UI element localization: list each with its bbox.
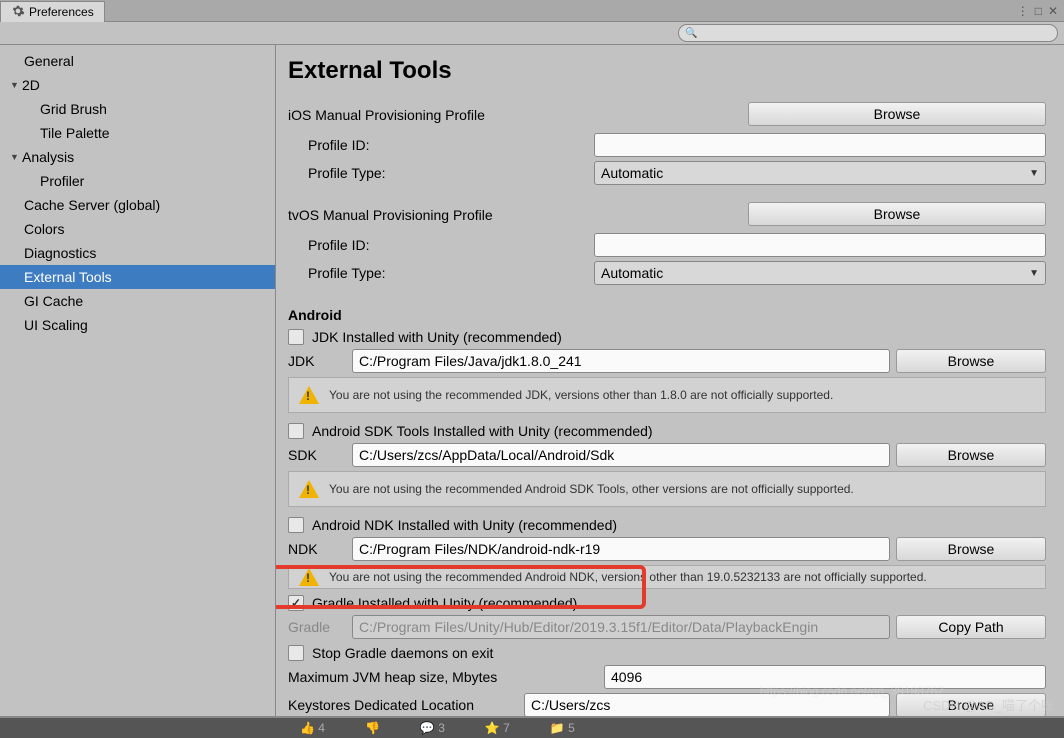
jvm-heap-input[interactable]	[604, 665, 1046, 689]
warning-icon	[299, 480, 319, 498]
ndk-path-input[interactable]	[352, 537, 890, 561]
tvos-profile-type-label: Profile Type:	[288, 265, 588, 281]
jdk-path-input[interactable]	[352, 349, 890, 373]
jdk-label: JDK	[288, 353, 346, 369]
chevron-down-icon: ▼	[1029, 268, 1039, 279]
ndk-label: NDK	[288, 541, 346, 557]
search-icon: 🔍	[685, 28, 697, 39]
sdk-installed-label: Android SDK Tools Installed with Unity (…	[312, 423, 653, 439]
jvm-heap-label: Maximum JVM heap size, Mbytes	[288, 669, 598, 685]
android-heading: Android	[288, 307, 1046, 323]
sdk-browse-button[interactable]: Browse	[896, 443, 1046, 467]
sidebar-item-ui-scaling[interactable]: UI Scaling	[0, 313, 275, 337]
ndk-warning: You are not using the recommended Androi…	[288, 565, 1046, 589]
sdk-installed-checkbox[interactable]	[288, 423, 304, 439]
tvos-profile-id-input[interactable]	[594, 233, 1046, 257]
gradle-copy-button[interactable]: Copy Path	[896, 615, 1046, 639]
ndk-installed-label: Android NDK Installed with Unity (recomm…	[312, 517, 617, 533]
sidebar-item-2d[interactable]: ▼2D	[0, 73, 275, 97]
sidebar-item-external-tools[interactable]: External Tools	[0, 265, 275, 289]
gradle-label: Gradle	[288, 619, 346, 635]
content-pane: External Tools iOS Manual Provisioning P…	[276, 45, 1064, 716]
gradle-installed-label: Gradle Installed with Unity (recommended…	[312, 595, 577, 611]
keystore-input[interactable]	[524, 693, 890, 716]
tvos-section-label: tvOS Manual Provisioning Profile	[288, 207, 742, 223]
ndk-browse-button[interactable]: Browse	[896, 537, 1046, 561]
ios-profile-type-dropdown[interactable]: Automatic▼	[594, 161, 1046, 185]
jdk-installed-checkbox[interactable]	[288, 329, 304, 345]
tvos-profile-type-dropdown[interactable]: Automatic▼	[594, 261, 1046, 285]
stop-daemons-checkbox[interactable]	[288, 645, 304, 661]
warning-icon	[299, 386, 319, 404]
sidebar-item-analysis[interactable]: ▼Analysis	[0, 145, 275, 169]
sidebar-item-general[interactable]: General	[0, 49, 275, 73]
ndk-installed-checkbox[interactable]	[288, 517, 304, 533]
chevron-down-icon: ▼	[1029, 168, 1039, 179]
ios-section-label: iOS Manual Provisioning Profile	[288, 107, 742, 123]
gradle-installed-checkbox[interactable]	[288, 595, 304, 611]
gradle-path-input	[352, 615, 890, 639]
tvos-profile-id-label: Profile ID:	[288, 237, 588, 253]
jdk-warning: You are not using the recommended JDK, v…	[288, 377, 1046, 413]
jdk-installed-label: JDK Installed with Unity (recommended)	[312, 329, 562, 345]
sidebar-item-cache-server[interactable]: Cache Server (global)	[0, 193, 275, 217]
gear-icon	[11, 4, 25, 21]
tab-label: Preferences	[29, 5, 94, 19]
chevron-down-icon: ▼	[10, 75, 20, 95]
close-icon[interactable]: ✕	[1048, 4, 1058, 18]
sidebar-item-diagnostics[interactable]: Diagnostics	[0, 241, 275, 265]
stop-daemons-label: Stop Gradle daemons on exit	[312, 645, 493, 661]
tvos-browse-button[interactable]: Browse	[748, 202, 1046, 226]
search-input[interactable]: 🔍	[678, 24, 1058, 42]
maximize-icon[interactable]: □	[1035, 4, 1042, 18]
sidebar-item-gi-cache[interactable]: GI Cache	[0, 289, 275, 313]
sidebar-item-colors[interactable]: Colors	[0, 217, 275, 241]
sidebar-item-tile-palette[interactable]: Tile Palette	[0, 121, 275, 145]
sidebar-item-profiler[interactable]: Profiler	[0, 169, 275, 193]
warning-icon	[299, 568, 319, 586]
sdk-label: SDK	[288, 447, 346, 463]
keystore-browse-button[interactable]: Browse	[896, 693, 1046, 716]
sidebar-item-grid-brush[interactable]: Grid Brush	[0, 97, 275, 121]
preferences-tab[interactable]: Preferences	[0, 1, 105, 22]
sdk-warning: You are not using the recommended Androi…	[288, 471, 1046, 507]
sdk-path-input[interactable]	[352, 443, 890, 467]
jdk-browse-button[interactable]: Browse	[896, 349, 1046, 373]
ios-browse-button[interactable]: Browse	[748, 102, 1046, 126]
ios-profile-type-label: Profile Type:	[288, 165, 588, 181]
ios-profile-id-input[interactable]	[594, 133, 1046, 157]
keystore-label: Keystores Dedicated Location	[288, 697, 518, 713]
menu-icon[interactable]: ⋮	[1017, 4, 1029, 18]
chevron-down-icon: ▼	[10, 147, 20, 167]
bottom-strip: 👍 4 👎 💬 3 ⭐ 7 📁 5	[0, 716, 1064, 738]
sidebar: General ▼2D Grid Brush Tile Palette ▼Ana…	[0, 45, 276, 716]
searchbar-row: 🔍	[0, 22, 1064, 45]
page-title: External Tools	[288, 57, 1046, 85]
ios-profile-id-label: Profile ID:	[288, 137, 588, 153]
titlebar: Preferences ⋮ □ ✕	[0, 0, 1064, 22]
